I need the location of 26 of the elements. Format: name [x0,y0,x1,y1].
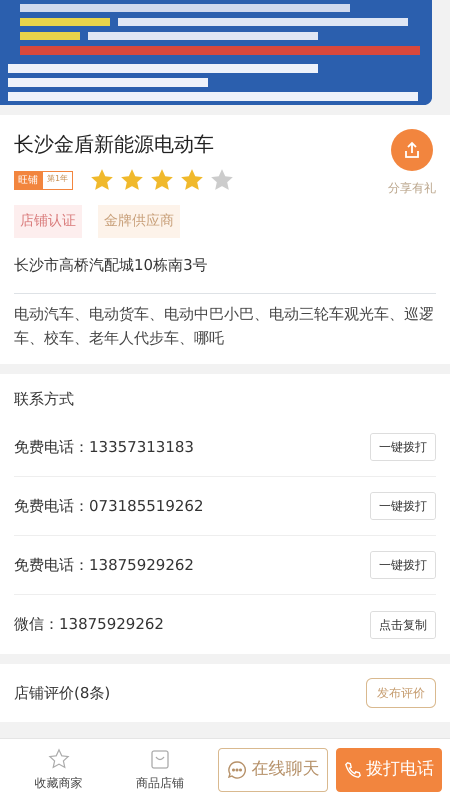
phone-icon [344,760,362,778]
contact-info: 微信：13875929262 [14,614,164,636]
share-label: 分享有礼 [388,180,436,197]
shop-name: 长沙金盾新能源电动车 [14,131,215,158]
contact-info: 免费电话：13875929262 [14,554,194,576]
star-icon [48,748,70,770]
shop-tag: 金牌供应商 [98,205,180,238]
contact-info: 免费电话：073185519262 [14,496,204,517]
contact-info: 免费电话：13357313183 [14,436,194,458]
shop-address: 长沙市高桥汽配城10栋南3号 [14,254,436,294]
chat-icon [227,760,248,780]
contact-action-button[interactable]: 点击复制 [370,610,436,638]
shop-tab[interactable]: 商品店铺 [117,746,202,792]
section-title: 联系方式 [14,388,75,410]
shop-tag: 店铺认证 [14,205,82,238]
section-title: 店铺评价(8条) [14,682,110,704]
contact-action-button[interactable]: 一键拨打 [370,492,436,520]
year-badge: 第1年 [42,170,74,190]
business-scope: 电动汽车、电动货车、电动中巴小巴、电动三轮车观光车、巡逻车、校车、老年人代步车、哪吒 [14,304,435,348]
shop-badge: 旺铺 [14,170,42,190]
share-button[interactable] [391,129,433,171]
share-icon [402,140,422,160]
favorite-tab[interactable]: 收藏商家 [16,746,102,792]
contact-action-button[interactable]: 一键拨打 [370,551,436,579]
contact-action-button[interactable]: 一键拨打 [370,433,436,461]
bag-icon [148,748,171,770]
